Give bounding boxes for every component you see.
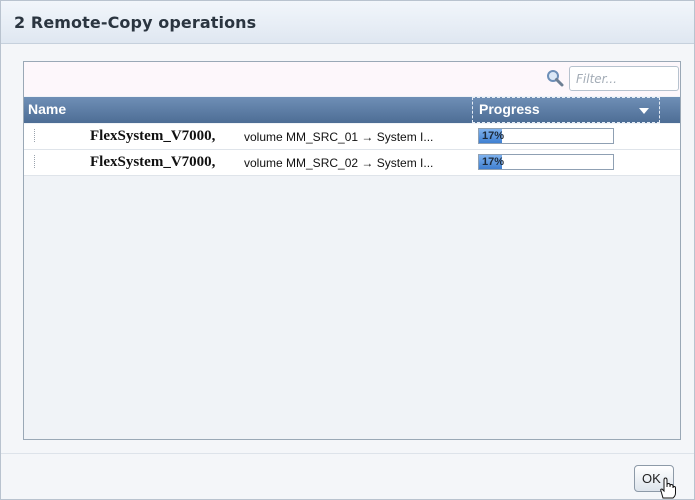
row-description: volume MM_SRC_02 → System I... [244, 156, 434, 170]
remote-copy-dialog: 2 Remote-Copy operations Name Progress F… [0, 0, 695, 500]
progress-text: 17% [482, 130, 505, 142]
dialog-title: 2 Remote-Copy operations [14, 13, 257, 32]
footer-divider [1, 453, 694, 454]
row-marker [34, 155, 36, 168]
hand-cursor-icon [660, 477, 676, 499]
column-header-progress[interactable]: Progress [472, 97, 660, 123]
table-row[interactable]: FlexSystem_V7000, volume MM_SRC_01 → Sys… [24, 124, 680, 150]
dialog-titlebar: 2 Remote-Copy operations [1, 1, 694, 44]
table-header: Name Progress [24, 97, 680, 123]
progress-text: 17% [482, 156, 505, 168]
filter-bar [24, 62, 680, 96]
row-description: volume MM_SRC_01 → System I... [244, 130, 434, 144]
table-row[interactable]: FlexSystem_V7000, volume MM_SRC_02 → Sys… [24, 150, 680, 176]
column-header-progress-label: Progress [479, 101, 540, 117]
filter-input[interactable] [569, 66, 679, 91]
chevron-down-icon[interactable] [639, 108, 649, 114]
progress-bar: 17% [478, 128, 614, 144]
row-system-name: FlexSystem_V7000, [90, 128, 216, 144]
progress-bar: 17% [478, 154, 614, 170]
search-icon [547, 70, 564, 87]
column-header-name[interactable]: Name [28, 101, 66, 117]
operations-panel: Name Progress FlexSystem_V7000, volume M… [23, 61, 681, 440]
row-marker [34, 129, 36, 142]
row-system-name: FlexSystem_V7000, [90, 154, 216, 170]
